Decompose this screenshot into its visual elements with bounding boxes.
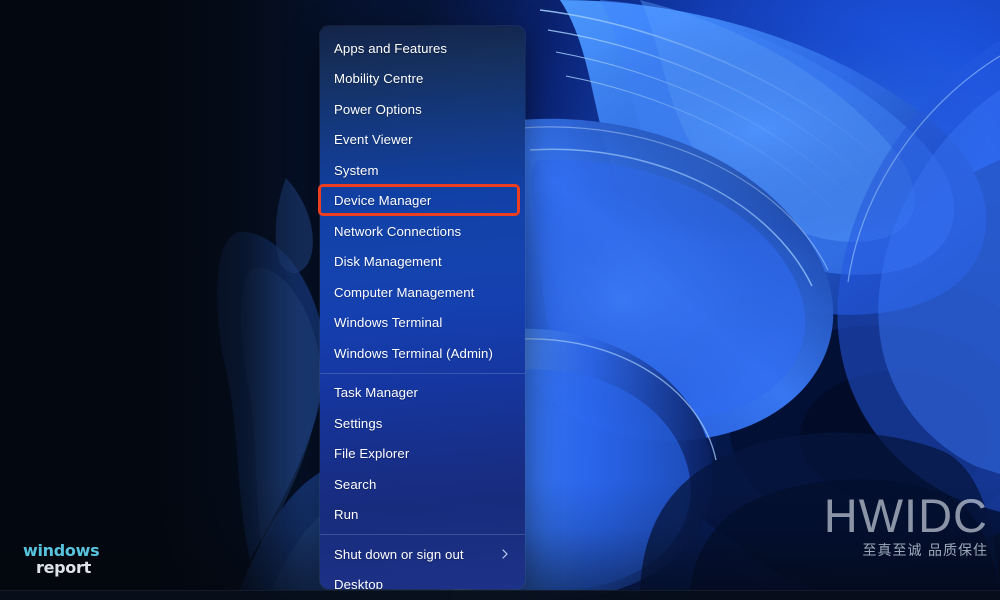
menu-item-desktop[interactable]: Desktop — [320, 570, 525, 589]
menu-item-label: Computer Management — [334, 284, 475, 300]
menu-item-file-explorer[interactable]: File Explorer — [320, 439, 525, 470]
menu-item-settings[interactable]: Settings — [320, 408, 525, 439]
menu-item-label: Network Connections — [334, 223, 462, 239]
winx-menu-list: Apps and Features Mobility Centre Power Op… — [320, 26, 525, 589]
menu-separator — [320, 534, 525, 535]
menu-item-label: Settings — [334, 415, 383, 431]
menu-item-label: Run — [334, 507, 359, 523]
menu-item-label: Windows Terminal — [334, 315, 443, 331]
menu-item-windows-terminal[interactable]: Windows Terminal — [320, 308, 525, 339]
windows-report-logo-line2: report — [36, 558, 91, 577]
menu-item-device-manager[interactable]: Device Manager — [320, 186, 525, 217]
menu-item-label: Power Options — [334, 101, 422, 117]
screen: windows report HWIDC 至真至诚 品质保住 Apps and … — [0, 0, 1000, 600]
menu-item-system[interactable]: System — [320, 155, 525, 186]
taskbar[interactable] — [0, 590, 1000, 600]
menu-item-label: Desktop — [334, 577, 384, 589]
menu-item-search[interactable]: Search — [320, 469, 525, 500]
menu-item-label: Windows Terminal (Admin) — [334, 345, 493, 361]
menu-item-computer-management[interactable]: Computer Management — [320, 277, 525, 308]
menu-item-power-options[interactable]: Power Options — [320, 94, 525, 125]
menu-item-label: Apps and Features — [334, 40, 448, 56]
menu-item-label: Shut down or sign out — [334, 546, 464, 562]
menu-item-disk-management[interactable]: Disk Management — [320, 247, 525, 278]
menu-item-run[interactable]: Run — [320, 500, 525, 531]
menu-separator — [320, 372, 525, 374]
menu-item-label: File Explorer — [334, 446, 410, 462]
menu-item-network-connections[interactable]: Network Connections — [320, 216, 525, 247]
menu-item-label: Task Manager — [334, 385, 419, 401]
menu-item-label: Mobility Centre — [334, 71, 424, 87]
menu-item-task-manager[interactable]: Task Manager — [320, 378, 525, 409]
menu-item-apps-and-features[interactable]: Apps and Features — [320, 33, 525, 64]
menu-item-windows-terminal-admin[interactable]: Windows Terminal (Admin) — [320, 338, 525, 369]
windows-report-logo: windows report — [20, 543, 135, 585]
menu-item-label: System — [334, 162, 379, 178]
menu-item-mobility-centre[interactable]: Mobility Centre — [320, 64, 525, 95]
menu-item-event-viewer[interactable]: Event Viewer — [320, 125, 525, 156]
menu-item-label: Event Viewer — [334, 132, 413, 148]
menu-item-label: Search — [334, 476, 377, 492]
windows-report-logo-line1: windows — [23, 541, 100, 560]
chevron-right-icon — [497, 546, 513, 562]
menu-item-label: Device Manager — [334, 193, 432, 209]
menu-item-shut-down-or-sign-out[interactable]: Shut down or sign out — [320, 539, 525, 570]
winx-power-user-menu[interactable]: Apps and Features Mobility Centre Power Op… — [320, 26, 525, 589]
menu-item-label: Disk Management — [334, 254, 442, 270]
